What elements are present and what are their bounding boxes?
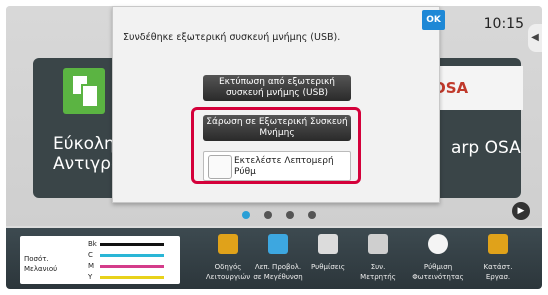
dialog-overlay: Συνδέθηκε εξωτερική συσκευή μνήμης (USB)… [0, 0, 548, 295]
ok-button[interactable]: OK [422, 10, 445, 30]
scan-to-usb-button[interactable]: Σάρωση σε Εξωτερική Συσκευή Μνήμης [203, 115, 351, 141]
detailed-setting-label: Εκτελέστε Λεπτομερή Ρύθμ [234, 156, 334, 177]
detailed-setting-checkbox[interactable] [208, 155, 232, 179]
screen: Εύκολη Αντιγραφ OSA arp OSA 10:15 ◀ ▶ Πο… [0, 0, 548, 295]
dialog-message: Συνδέθηκε εξωτερική συσκευή μνήμης (USB)… [123, 32, 341, 43]
print-from-usb-button[interactable]: Εκτύπωση από εξωτερική συσκευή μνήμης (U… [203, 75, 351, 101]
detailed-setting-option[interactable]: Εκτελέστε Λεπτομερή Ρύθμ [203, 151, 351, 181]
